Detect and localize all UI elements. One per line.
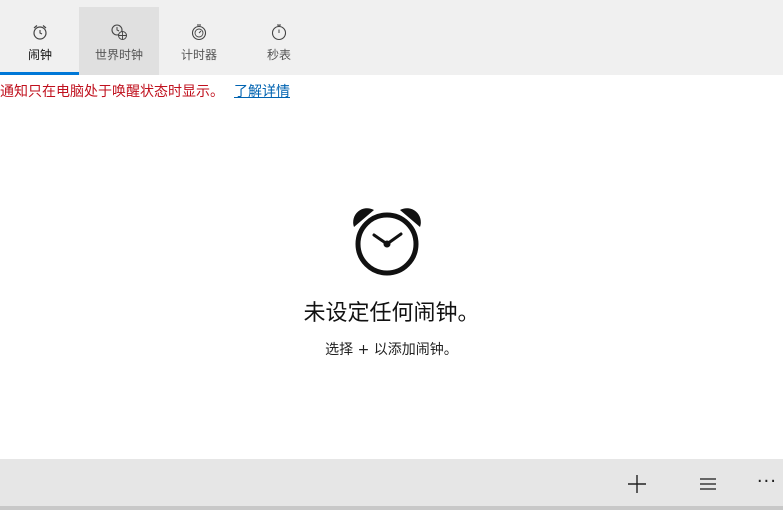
notification-banner: 通知只在电脑处于唤醒状态时显示。 了解详情 (0, 82, 290, 102)
tab-alarm-label: 闹钟 (27, 48, 52, 62)
select-list-icon (700, 478, 716, 490)
tab-stopwatch[interactable]: 秒表 (239, 7, 319, 75)
world-clock-icon (111, 24, 127, 40)
empty-state-subtitle: 选择 + 以添加闹钟。 (325, 342, 458, 358)
add-alarm-button[interactable] (622, 469, 652, 499)
stopwatch-icon (271, 24, 287, 41)
tab-stopwatch-label: 秒表 (266, 48, 291, 62)
alarms-app: 闹钟 世界时钟 计时器 秒表 通知只在电脑处于唤醒状态时显示。 了解详情 未设定… (0, 0, 783, 510)
tab-alarm[interactable]: 闹钟 (0, 7, 80, 75)
add-icon (628, 475, 646, 493)
timer-icon (191, 24, 207, 41)
tab-world-clock[interactable]: 世界时钟 (79, 7, 159, 75)
select-alarms-button[interactable] (693, 469, 723, 499)
command-bar: ··· (0, 459, 783, 510)
notification-text: 通知只在电脑处于唤醒状态时显示。 (0, 84, 224, 100)
bottom-edge (0, 506, 783, 510)
learn-more-link[interactable]: 了解详情 (234, 84, 290, 100)
tab-world-clock-label: 世界时钟 (94, 48, 143, 62)
tab-bar: 闹钟 世界时钟 计时器 秒表 (0, 0, 783, 75)
alarm-clock-icon (33, 25, 47, 40)
active-tab-indicator (0, 72, 79, 75)
tab-timer[interactable]: 计时器 (159, 7, 239, 75)
more-options-button[interactable]: ··· (757, 471, 777, 492)
empty-state-title: 未设定任何闹钟。 (303, 301, 480, 326)
alarm-clock-icon (353, 208, 421, 276)
tab-timer-label: 计时器 (180, 48, 217, 62)
